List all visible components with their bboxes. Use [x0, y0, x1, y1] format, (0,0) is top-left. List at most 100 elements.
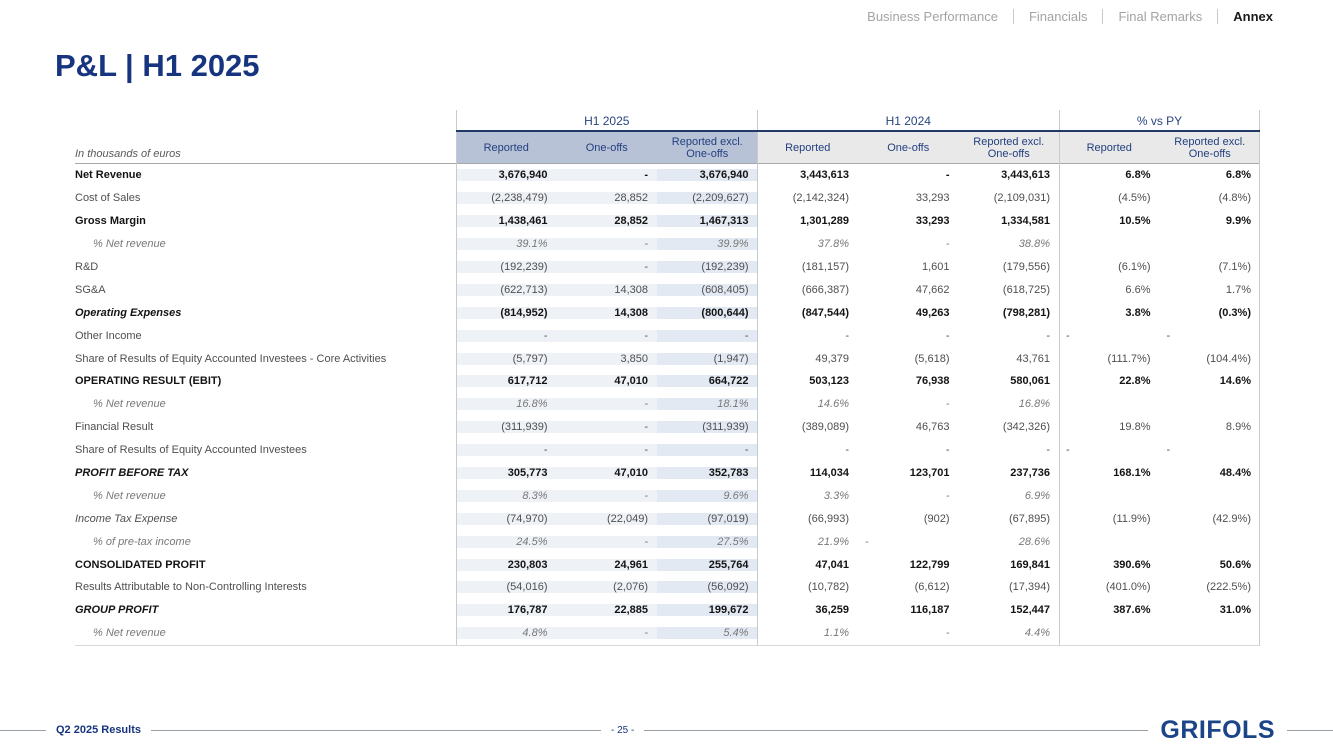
- top-nav: Business Performance Financials Final Rema…: [852, 9, 1273, 24]
- row-label: GROUP PROFIT: [75, 604, 456, 616]
- nav-item-business-performance[interactable]: Business Performance: [867, 9, 998, 24]
- value-cell: -: [557, 169, 658, 181]
- value-cell: 49,379: [758, 353, 859, 365]
- value-cell: 580,061: [959, 375, 1060, 387]
- value-cell: 305,773: [456, 467, 557, 479]
- value-cell: 169,841: [959, 559, 1060, 571]
- value-cell: -: [758, 444, 859, 456]
- value-cell: (2,109,031): [959, 192, 1060, 204]
- value-cell: -: [858, 398, 959, 410]
- value-cell: -: [557, 261, 658, 273]
- row-label: % Net revenue: [75, 490, 456, 502]
- value-cell: 4.8%: [456, 627, 557, 639]
- value-cell: (56,092): [657, 581, 758, 593]
- table-row: % Net revenue4.8%-5.4%1.1%-4.4%: [75, 622, 1260, 645]
- value-cell: 1,467,313: [657, 215, 758, 227]
- value-cell: 33,293: [858, 215, 959, 227]
- value-cell: 1,301,289: [758, 215, 859, 227]
- nav-item-annex[interactable]: Annex: [1233, 9, 1273, 24]
- value-cell: -: [858, 490, 959, 502]
- pl-table: H1 2025H1 2024% vs PY In thousands of eu…: [75, 110, 1260, 646]
- value-cell: 1,438,461: [456, 215, 557, 227]
- value-cell: 168.1%: [1059, 467, 1160, 479]
- nav-item-final-remarks[interactable]: Final Remarks: [1118, 9, 1202, 24]
- value-cell: (342,326): [959, 421, 1060, 433]
- row-label: Cost of Sales: [75, 192, 456, 204]
- value-cell: (11.9%): [1059, 513, 1160, 525]
- value-cell: 1.7%: [1160, 284, 1261, 296]
- table-row: Other Income--------: [75, 324, 1260, 347]
- value-cell: (2,142,324): [758, 192, 859, 204]
- nav-separator: [1102, 9, 1103, 24]
- row-label: Share of Results of Equity Accounted Inv…: [75, 444, 456, 456]
- value-cell: 4.4%: [959, 627, 1060, 639]
- value-cell: -: [858, 238, 959, 250]
- value-cell: (798,281): [959, 307, 1060, 319]
- table-row: SG&A(622,713)14,308(608,405)(666,387)47,…: [75, 278, 1260, 301]
- value-cell: -: [1059, 330, 1160, 342]
- row-label: SG&A: [75, 284, 456, 296]
- column-header: Reported: [456, 132, 557, 163]
- value-cell: (17,394): [959, 581, 1060, 593]
- page-title: P&L | H1 2025: [55, 48, 260, 84]
- row-label: OPERATING RESULT (EBIT): [75, 375, 456, 387]
- value-cell: 3,676,940: [456, 169, 557, 181]
- value-cell: (2,076): [557, 581, 658, 593]
- value-cell: (104.4%): [1160, 353, 1261, 365]
- value-cell: (847,544): [758, 307, 859, 319]
- row-label: Other Income: [75, 330, 456, 342]
- value-cell: 199,672: [657, 604, 758, 616]
- value-cell: (67,895): [959, 513, 1060, 525]
- value-cell: 6.8%: [1059, 169, 1160, 181]
- value-cell: (4.8%): [1160, 192, 1261, 204]
- value-cell: 664,722: [657, 375, 758, 387]
- table-row: Share of Results of Equity Accounted Inv…: [75, 347, 1260, 370]
- value-cell: 24.5%: [456, 536, 557, 548]
- value-cell: 387.6%: [1059, 604, 1160, 616]
- value-cell: 152,447: [959, 604, 1060, 616]
- value-cell: 9.9%: [1160, 215, 1261, 227]
- value-cell: -: [858, 169, 959, 181]
- value-cell: (1,947): [657, 353, 758, 365]
- footer-deck-title: Q2 2025 Results: [56, 724, 141, 736]
- value-cell: (401.0%): [1059, 581, 1160, 593]
- value-cell: (6.1%): [1059, 261, 1160, 273]
- group-header-h1-2025: H1 2025: [456, 110, 758, 132]
- value-cell: -: [858, 444, 959, 456]
- value-cell: (111.7%): [1059, 353, 1160, 365]
- value-cell: 255,764: [657, 559, 758, 571]
- value-cell: 48.4%: [1160, 467, 1261, 479]
- value-cell: 28,852: [557, 192, 658, 204]
- value-cell: (42.9%): [1160, 513, 1261, 525]
- value-cell: -: [657, 330, 758, 342]
- row-label: Net Revenue: [75, 169, 456, 181]
- value-cell: 39.1%: [456, 238, 557, 250]
- column-header: One-offs: [858, 132, 959, 163]
- table-group-header: H1 2025H1 2024% vs PY: [75, 110, 1260, 132]
- units-note: In thousands of euros: [75, 132, 456, 163]
- value-cell: 43,761: [959, 353, 1060, 365]
- value-cell: 3.3%: [758, 490, 859, 502]
- table-row: Cost of Sales(2,238,479)28,852(2,209,627…: [75, 187, 1260, 210]
- value-cell: (618,725): [959, 284, 1060, 296]
- value-cell: -: [959, 444, 1060, 456]
- section-divider: [757, 110, 758, 645]
- column-header: One-offs: [557, 132, 658, 163]
- nav-item-financials[interactable]: Financials: [1029, 9, 1088, 24]
- column-header: Reported: [758, 132, 859, 163]
- section-divider: [456, 110, 457, 645]
- row-label: % Net revenue: [75, 627, 456, 639]
- value-cell: (5,618): [858, 353, 959, 365]
- value-cell: 50.6%: [1160, 559, 1261, 571]
- value-cell: 503,123: [758, 375, 859, 387]
- value-cell: (389,089): [758, 421, 859, 433]
- value-cell: (622,713): [456, 284, 557, 296]
- value-cell: (74,970): [456, 513, 557, 525]
- grifols-logo: GRIFOLS: [1160, 716, 1275, 745]
- table-row: Gross Margin1,438,46128,8521,467,3131,30…: [75, 210, 1260, 233]
- value-cell: 47,010: [557, 467, 658, 479]
- table-row: GROUP PROFIT176,78722,885199,67236,25911…: [75, 599, 1260, 622]
- table-row: % Net revenue8.3%-9.6%3.3%-6.9%: [75, 484, 1260, 507]
- value-cell: -: [557, 627, 658, 639]
- value-cell: 27.5%: [657, 536, 758, 548]
